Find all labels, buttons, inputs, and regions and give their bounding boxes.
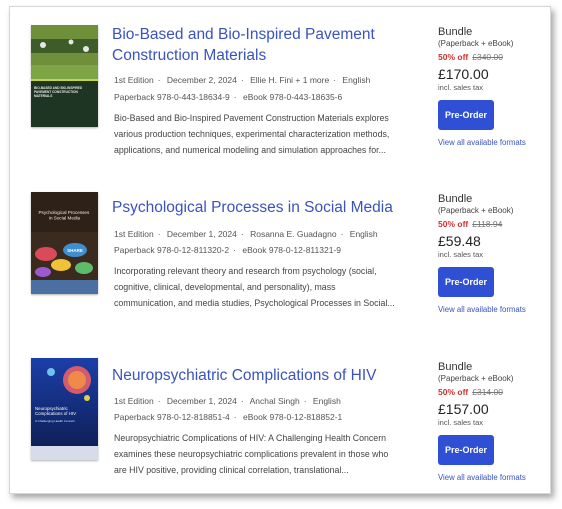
publication-date: December 2, 2024: [166, 75, 237, 85]
old-price: £314.00: [472, 387, 503, 397]
cover-share-text: SHARE: [67, 248, 83, 253]
book-cover[interactable]: BIO-BASED AND BIO-INSPIRED PAVEMENT CONS…: [31, 25, 98, 127]
paperback-isbn: Paperback 978-0-12-811320-2: [114, 245, 230, 255]
language: English: [342, 75, 371, 85]
author: Anchal Singh: [249, 396, 300, 406]
discount-line: 50% off £314.00: [438, 387, 548, 397]
author: Rosanna E. Guadagno: [250, 229, 337, 239]
book-meta: 1st Edition · December 1, 2024 · Anchal Si…: [114, 396, 341, 406]
view-formats-link[interactable]: View all available formats: [438, 138, 548, 147]
ebook-isbn: eBook 978-0-12-811321-9: [242, 245, 341, 255]
tax-note: incl. sales tax: [438, 83, 484, 92]
discount-line: 50% off £340.00: [438, 52, 548, 62]
book-meta: 1st Edition · December 2, 2024 · Ellie H. …: [114, 75, 371, 85]
old-price: £340.00: [472, 52, 503, 62]
language: English: [349, 229, 378, 239]
price: £59.48: [438, 233, 481, 249]
isbn-line: Paperback 978-0-443-18634-9 · eBook 978-0…: [114, 92, 343, 102]
list-item: Neuropsychiatric Complications of HIV A …: [10, 342, 550, 492]
tax-note: incl. sales tax: [438, 250, 484, 259]
book-cover-art: BIO-BASED AND BIO-INSPIRED PAVEMENT CONS…: [31, 25, 98, 127]
paperback-isbn: Paperback 978-0-12-818851-4: [114, 412, 230, 422]
isbn-line: Paperback 978-0-12-818851-4 · eBook 978-0…: [114, 412, 343, 422]
ebook-isbn: eBook 978-0-12-818852-1: [243, 412, 343, 422]
book-title-link[interactable]: Bio-Based and Bio-Inspired Pavement Cons…: [112, 24, 412, 66]
bundle-label: Bundle: [438, 26, 473, 38]
cover-subtitle: A Challenging Health Concern: [35, 419, 76, 423]
book-title-link[interactable]: Neuropsychiatric Complications of HIV: [112, 365, 412, 386]
author: Ellie H. Fini + 1 more: [250, 75, 330, 85]
book-meta: 1st Edition · December 1, 2024 · Rosanna E…: [114, 229, 378, 239]
paperback-isbn: Paperback 978-0-443-18634-9: [114, 92, 230, 102]
publication-date: December 1, 2024: [166, 229, 237, 239]
discount-line: 50% off £118.94: [438, 219, 548, 229]
price: £157.00: [438, 401, 489, 417]
edition: 1st Edition: [114, 75, 154, 85]
view-formats-link[interactable]: View all available formats: [438, 473, 548, 482]
tax-note: incl. sales tax: [438, 418, 484, 427]
price: £170.00: [438, 66, 489, 82]
discount-badge: 50% off: [438, 219, 469, 229]
pre-order-button[interactable]: Pre-Order: [438, 100, 494, 130]
book-cover-art: Psychological Processes in Social Media …: [31, 192, 98, 294]
list-item: Psychological Processes in Social Media …: [10, 175, 550, 325]
discount-badge: 50% off: [438, 387, 469, 397]
edition: 1st Edition: [114, 229, 154, 239]
book-description: Bio-Based and Bio-Inspired Pavement Cons…: [114, 113, 390, 155]
book-title-link[interactable]: Psychological Processes in Social Media: [112, 197, 412, 218]
pre-order-button[interactable]: Pre-Order: [438, 267, 494, 297]
book-cover-art: Neuropsychiatric Complications of HIV A …: [31, 358, 98, 460]
purchase-box: Bundle (Paperback + eBook) 50% off £314.0…: [438, 361, 548, 482]
bundle-sub: (Paperback + eBook): [438, 374, 514, 383]
language: English: [312, 396, 341, 406]
bundle-label: Bundle: [438, 361, 473, 373]
book-description: Neuropsychiatric Complications of HIV: A…: [114, 433, 389, 475]
bundle-sub: (Paperback + eBook): [438, 206, 514, 215]
ebook-isbn: eBook 978-0-443-18635-6: [243, 92, 343, 102]
book-cover[interactable]: Psychological Processes in Social Media …: [31, 192, 98, 294]
purchase-box: Bundle (Paperback + eBook) 50% off £118.9…: [438, 193, 548, 314]
isbn-line: Paperback 978-0-12-811320-2 · eBook 978-0…: [114, 245, 341, 255]
pre-order-button[interactable]: Pre-Order: [438, 435, 494, 465]
search-results-panel: BIO-BASED AND BIO-INSPIRED PAVEMENT CONS…: [9, 6, 551, 494]
book-description: Incorporating relevant theory and resear…: [114, 266, 395, 308]
list-item: BIO-BASED AND BIO-INSPIRED PAVEMENT CONS…: [10, 7, 550, 157]
edition: 1st Edition: [114, 396, 154, 406]
book-cover[interactable]: Neuropsychiatric Complications of HIV A …: [31, 358, 98, 460]
old-price: £118.94: [472, 219, 503, 229]
purchase-box: Bundle (Paperback + eBook) 50% off £340.0…: [438, 26, 548, 147]
publication-date: December 1, 2024: [166, 396, 237, 406]
discount-badge: 50% off: [438, 52, 469, 62]
view-formats-link[interactable]: View all available formats: [438, 305, 548, 314]
bundle-sub: (Paperback + eBook): [438, 39, 514, 48]
bundle-label: Bundle: [438, 193, 473, 205]
